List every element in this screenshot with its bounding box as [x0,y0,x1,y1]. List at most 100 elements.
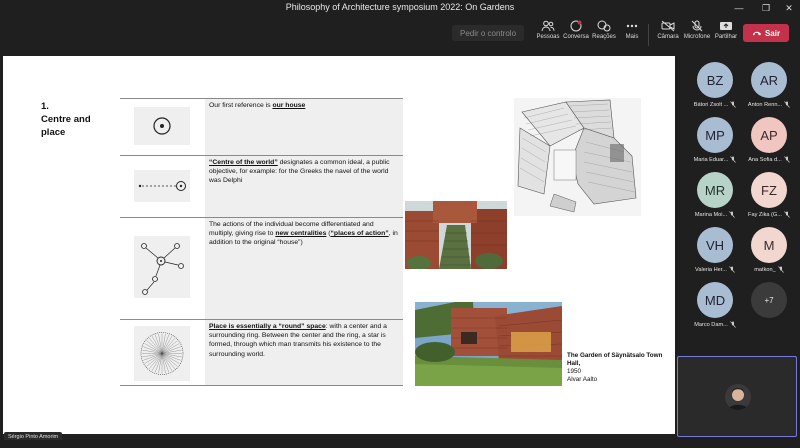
town-hall-plan-image [514,98,641,216]
participant-tile[interactable]: BZ Bátori Zsolt ... [686,62,744,118]
row-text: The actions of the individual become dif… [205,218,403,319]
share-button[interactable]: Partilhar [710,20,742,48]
participant-name: Fay Zika (G... [740,211,798,218]
leave-button[interactable]: Sair [743,24,789,42]
mic-button[interactable]: Microfone [681,20,713,48]
restore-icon[interactable]: ❐ [755,0,777,16]
participant-name-label: Bátori Zsolt ... [693,101,729,108]
participant-tile[interactable]: AR Anton Renn... [740,62,798,118]
muted-mic-icon [784,101,790,108]
participant-name: matkon_ [740,266,798,273]
caption-year: 1950 [567,368,582,375]
more-participants-button[interactable]: +7 [751,282,787,318]
participant-name-label: Fay Zika (G... [748,211,782,218]
reactions-icon [597,20,611,32]
minimize-icon[interactable]: — [728,0,750,16]
shared-content-stage: 1. Centre and place Our first reference … [0,50,676,440]
participant-name: Maria Eduar... [686,156,744,163]
participant-tile[interactable]: VH Valeria Her... [686,227,744,283]
request-control-button[interactable]: Pedir o controlo [452,25,524,41]
person-silhouette-icon [728,388,748,410]
center-point-diagram [153,117,171,135]
meeting-toolbar: Pedir o controlo Pessoas Conversa Reaçõe… [0,16,800,50]
path-to-center-diagram [138,181,186,191]
participant-avatar: VH [697,227,733,263]
participant-avatar: AP [751,117,787,153]
row-figure [120,320,205,385]
participant-avatar: BZ [697,62,733,98]
participant-name: Ana Sofia d... [740,156,798,163]
participant-tile[interactable]: AP Ana Sofia d... [740,117,798,173]
leave-label: Sair [764,28,781,38]
row-text-emphasis: “places of action” [330,230,389,238]
muted-mic-icon [777,266,784,273]
more-button[interactable]: Mais [616,20,648,48]
row-text: “Centre of the world” designates a commo… [205,156,403,217]
muted-mic-icon [730,156,737,163]
participant-name-label: Marina Moi... [694,211,728,218]
row-text-emphasis: new centralities [275,230,327,238]
participant-tile[interactable]: MD Marco Dam... [686,282,744,338]
row-text-emphasis: our house [272,102,306,109]
row-text-part: Our first reference is [209,102,273,109]
participant-name: Valeria Her... [686,266,744,273]
row-figure [120,99,205,155]
close-icon[interactable]: ✕ [778,0,800,16]
participant-avatar: MD [697,282,733,318]
row-figure [120,218,205,319]
garden-photo-drawing [415,302,562,386]
participant-tile[interactable]: MR Marina Moi... [686,172,744,228]
presentation-slide: 1. Centre and place Our first reference … [3,56,675,434]
table-row: The actions of the individual become dif… [120,217,403,319]
title-bar: Philosophy of Architecture symposium 202… [0,0,800,16]
town-hall-garden-photo [415,302,562,386]
share-icon [720,22,732,30]
participant-name: Marina Moi... [686,211,744,218]
participant-name-label: Ana Sofia d... [748,156,782,163]
caption-title: The Garden of Säynätsalo Town Hall, [567,352,663,367]
participant-avatar: FZ [751,172,787,208]
participant-name: Anton Renn... [740,101,798,108]
participant-name: Marco Dam... [686,321,744,328]
participant-tile[interactable]: FZ Fay Zika (G... [740,172,798,228]
participant-tile[interactable]: Mmatkon_ [740,227,798,283]
camera-off-icon [661,20,675,32]
muted-mic-icon [729,266,735,273]
garden-stairs-photo [405,201,507,269]
multiple-centralities-diagram [141,243,184,295]
camera-button[interactable]: Câmara [652,20,684,48]
people-icon [541,20,555,32]
participant-avatar: MR [697,172,733,208]
table-row: Place is essentially a “round” space: wi… [120,319,403,385]
mic-label: Microfone [683,34,711,40]
toolbar-divider [648,24,649,46]
hangup-icon [752,31,761,36]
participant-tile[interactable]: MP Maria Eduar... [686,117,744,173]
round-space-diagram [140,332,184,375]
row-text-emphasis: Place is essentially a “round” space [209,323,326,330]
more-icon [626,24,638,28]
camera-label: Câmara [657,34,679,40]
row-text: Our first reference is our house [205,99,403,155]
slide-heading: 1. Centre and place [41,101,91,138]
participant-name: Bátori Zsolt ... [686,101,744,108]
muted-mic-icon [784,156,790,163]
muted-mic-icon [730,321,736,328]
participant-name-label: Marco Dam... [694,321,728,328]
row-text-emphasis: “Centre of the world” [209,159,278,166]
table-bottom-rule [120,385,403,386]
table-row: Our first reference is our house [120,98,403,155]
share-label: Partilhar [714,34,738,40]
participant-name-label: Valeria Her... [695,266,727,273]
muted-mic-icon [730,101,737,108]
mic-off-icon [691,20,703,32]
participant-avatar: AR [751,62,787,98]
chat-icon [570,20,582,32]
participant-name-label: Anton Renn... [747,101,783,108]
caption-author: Alvar Aalto [567,376,598,383]
participant-name-label: Maria Eduar... [693,156,729,163]
participant-avatar: MP [697,117,733,153]
stairs-photo-drawing [405,201,507,269]
self-view-tile[interactable] [677,356,797,437]
participant-tile[interactable]: +7 [740,282,798,338]
